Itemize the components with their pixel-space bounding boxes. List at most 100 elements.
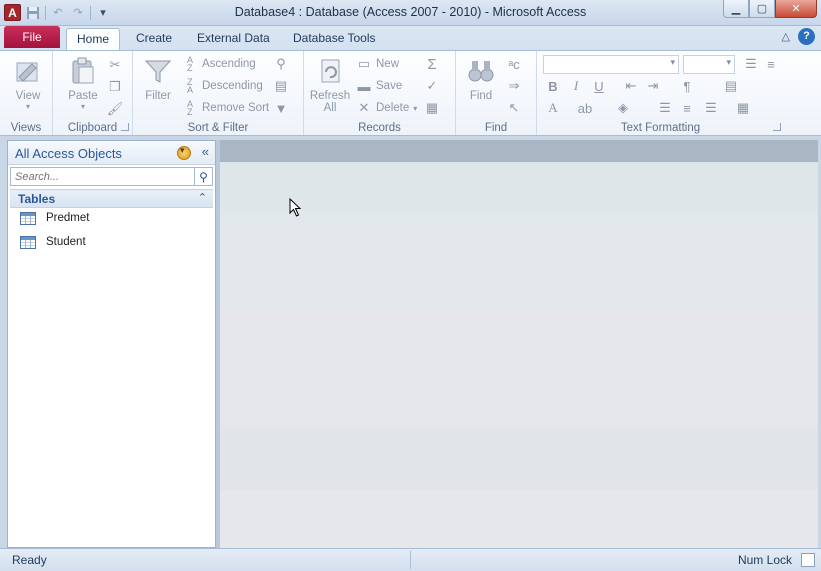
tab-external-data[interactable]: External Data [187, 28, 280, 50]
status-bar: Ready Num Lock [0, 548, 821, 571]
bold-icon[interactable]: B [543, 76, 563, 96]
totals-icon[interactable]: Σ [424, 56, 440, 73]
toggle-filter-icon[interactable]: ▼ [273, 100, 289, 116]
filter-icon [142, 55, 174, 87]
mouse-cursor-icon [289, 198, 302, 217]
alternate-row-color-icon[interactable]: ▦ [733, 98, 753, 118]
delete-icon: ✕ [358, 100, 370, 115]
refresh-all-label: All [323, 102, 337, 114]
format-painter-icon[interactable]: 🖌 [107, 101, 124, 117]
find-button[interactable]: Find [462, 55, 500, 102]
underline-icon[interactable]: U [589, 76, 609, 96]
nav-group-tables[interactable]: Tables ⌃ [10, 189, 213, 208]
nav-item-label: Predmet [46, 212, 90, 224]
save-label: Save [376, 80, 403, 92]
navigation-pane: All Access Objects « ⚲ Tables ⌃ Predmet … [7, 140, 216, 548]
nav-header[interactable]: All Access Objects « [8, 141, 215, 165]
nav-group-label: Tables [18, 192, 56, 206]
bullets-icon[interactable]: ☰ [741, 54, 761, 74]
nav-menu-dropdown-icon[interactable] [177, 145, 191, 160]
spelling-icon[interactable]: ✓ [424, 78, 440, 94]
paragraph-direction-icon[interactable]: ¶ [677, 76, 697, 96]
close-button[interactable]: ✕ [775, 0, 817, 18]
descending-button[interactable]: ZA Descending [182, 76, 263, 96]
clipboard-dialog-launcher[interactable] [121, 123, 129, 131]
selection-filter-icon[interactable]: ⚲ [273, 56, 289, 72]
group-clipboard: Paste ▾ ✂ ❐ 🖌 Clipboard [53, 51, 133, 135]
refresh-all-button[interactable]: Refresh All [308, 55, 352, 114]
status-num-lock: Num Lock [737, 553, 792, 567]
fill-color-icon[interactable]: ◈ [613, 98, 633, 118]
ascending-button[interactable]: AZ Ascending [182, 54, 256, 74]
font-color-icon[interactable]: A [543, 98, 563, 118]
views-group-label: Views [10, 122, 42, 134]
tab-create[interactable]: Create [126, 28, 182, 50]
help-icon[interactable]: ? [798, 28, 815, 45]
text-formatting-dialog-launcher[interactable] [773, 123, 781, 131]
new-record-icon: ▭ [357, 56, 371, 71]
design-view-icon[interactable] [801, 553, 815, 567]
find-label: Find [469, 90, 493, 102]
window-title: Database4 : Database (Access 2007 - 2010… [234, 5, 587, 19]
paste-button[interactable]: Paste ▾ [63, 55, 103, 111]
remove-sort-button[interactable]: AZ Remove Sort [182, 98, 269, 118]
text-formatting-group-label: Text Formatting [620, 122, 701, 134]
italic-icon[interactable]: I [566, 76, 586, 96]
group-views: View ▾ Views [0, 51, 53, 135]
group-find: Find ᵃc ⇒ ↖ Find [456, 51, 537, 135]
paste-label: Paste [68, 90, 98, 102]
increase-indent-icon[interactable]: ⇥ [643, 76, 663, 96]
replace-icon[interactable]: ᵃc [506, 56, 522, 72]
select-icon[interactable]: ↖ [506, 100, 522, 116]
group-text-formatting: ☰ ≡ B I U ⇤ ⇥ ¶ ▤ A ab ◈ ☰ ≡ ☰ ▦ Text Fo… [537, 51, 784, 135]
nav-item-predmet[interactable]: Predmet [20, 208, 89, 228]
paste-icon [67, 55, 99, 87]
nav-item-student[interactable]: Student [20, 232, 86, 252]
numbering-icon[interactable]: ≡ [761, 54, 781, 74]
sort-descending-icon: ZA [186, 77, 193, 95]
filter-label: Filter [145, 90, 171, 102]
tab-file[interactable]: File [4, 26, 60, 48]
records-group-label: Records [358, 122, 401, 134]
view-button[interactable]: View ▾ [8, 55, 48, 111]
filter-button[interactable]: Filter [139, 55, 177, 102]
binoculars-icon [465, 55, 497, 87]
tab-database-tools[interactable]: Database Tools [283, 28, 386, 50]
new-label: New [376, 58, 400, 70]
status-separator [410, 551, 411, 569]
font-name-combo[interactable] [543, 55, 679, 74]
gridlines-icon[interactable]: ▤ [721, 76, 741, 96]
ribbon-tabs: File Home Create External Data Database … [0, 26, 821, 50]
remove-sort-label: Remove Sort [202, 102, 270, 114]
find-group-label: Find [484, 122, 508, 134]
collapse-group-icon[interactable]: ⌃ [198, 191, 207, 204]
window-controls: ▁ ▢ ✕ [723, 0, 817, 18]
nav-search-input[interactable] [10, 167, 195, 186]
highlight-icon[interactable]: ab [575, 98, 595, 118]
search-icon[interactable]: ⚲ [195, 167, 213, 186]
tab-home[interactable]: Home [66, 28, 121, 50]
align-left-icon[interactable]: ☰ [655, 98, 675, 118]
font-size-combo[interactable] [683, 55, 735, 74]
cut-icon[interactable]: ✂ [107, 57, 123, 73]
shutter-bar-collapse-icon[interactable]: « [202, 144, 209, 159]
group-records: Refresh All ▭ New ▬ Save ✕ Delete ▾ Σ ✓ … [304, 51, 456, 135]
nav-title[interactable]: All Access Objects [15, 146, 122, 161]
save-record-button[interactable]: ▬ Save [356, 76, 403, 96]
ribbon: View ▾ Views Paste ▾ ✂ ❐ 🖌 Clipboard Fil… [0, 50, 821, 136]
maximize-button[interactable]: ▢ [749, 0, 775, 18]
align-center-icon[interactable]: ≡ [677, 98, 697, 118]
title-bar: A ↶ ↷ ▾ Database4 : Database (Access 200… [0, 0, 821, 26]
more-records-icon[interactable]: ▦ [424, 100, 440, 116]
go-to-icon[interactable]: ⇒ [506, 78, 522, 94]
status-ready: Ready [12, 553, 47, 567]
align-right-icon[interactable]: ☰ [701, 98, 721, 118]
advanced-filter-icon[interactable]: ▤ [273, 78, 289, 94]
minimize-ribbon-icon[interactable]: △ [782, 30, 790, 43]
new-record-button[interactable]: ▭ New [356, 54, 399, 74]
minimize-button[interactable]: ▁ [723, 0, 749, 18]
descending-label: Descending [202, 80, 263, 92]
copy-icon[interactable]: ❐ [107, 79, 123, 95]
delete-record-button[interactable]: ✕ Delete ▾ [356, 98, 418, 118]
decrease-indent-icon[interactable]: ⇤ [621, 76, 641, 96]
